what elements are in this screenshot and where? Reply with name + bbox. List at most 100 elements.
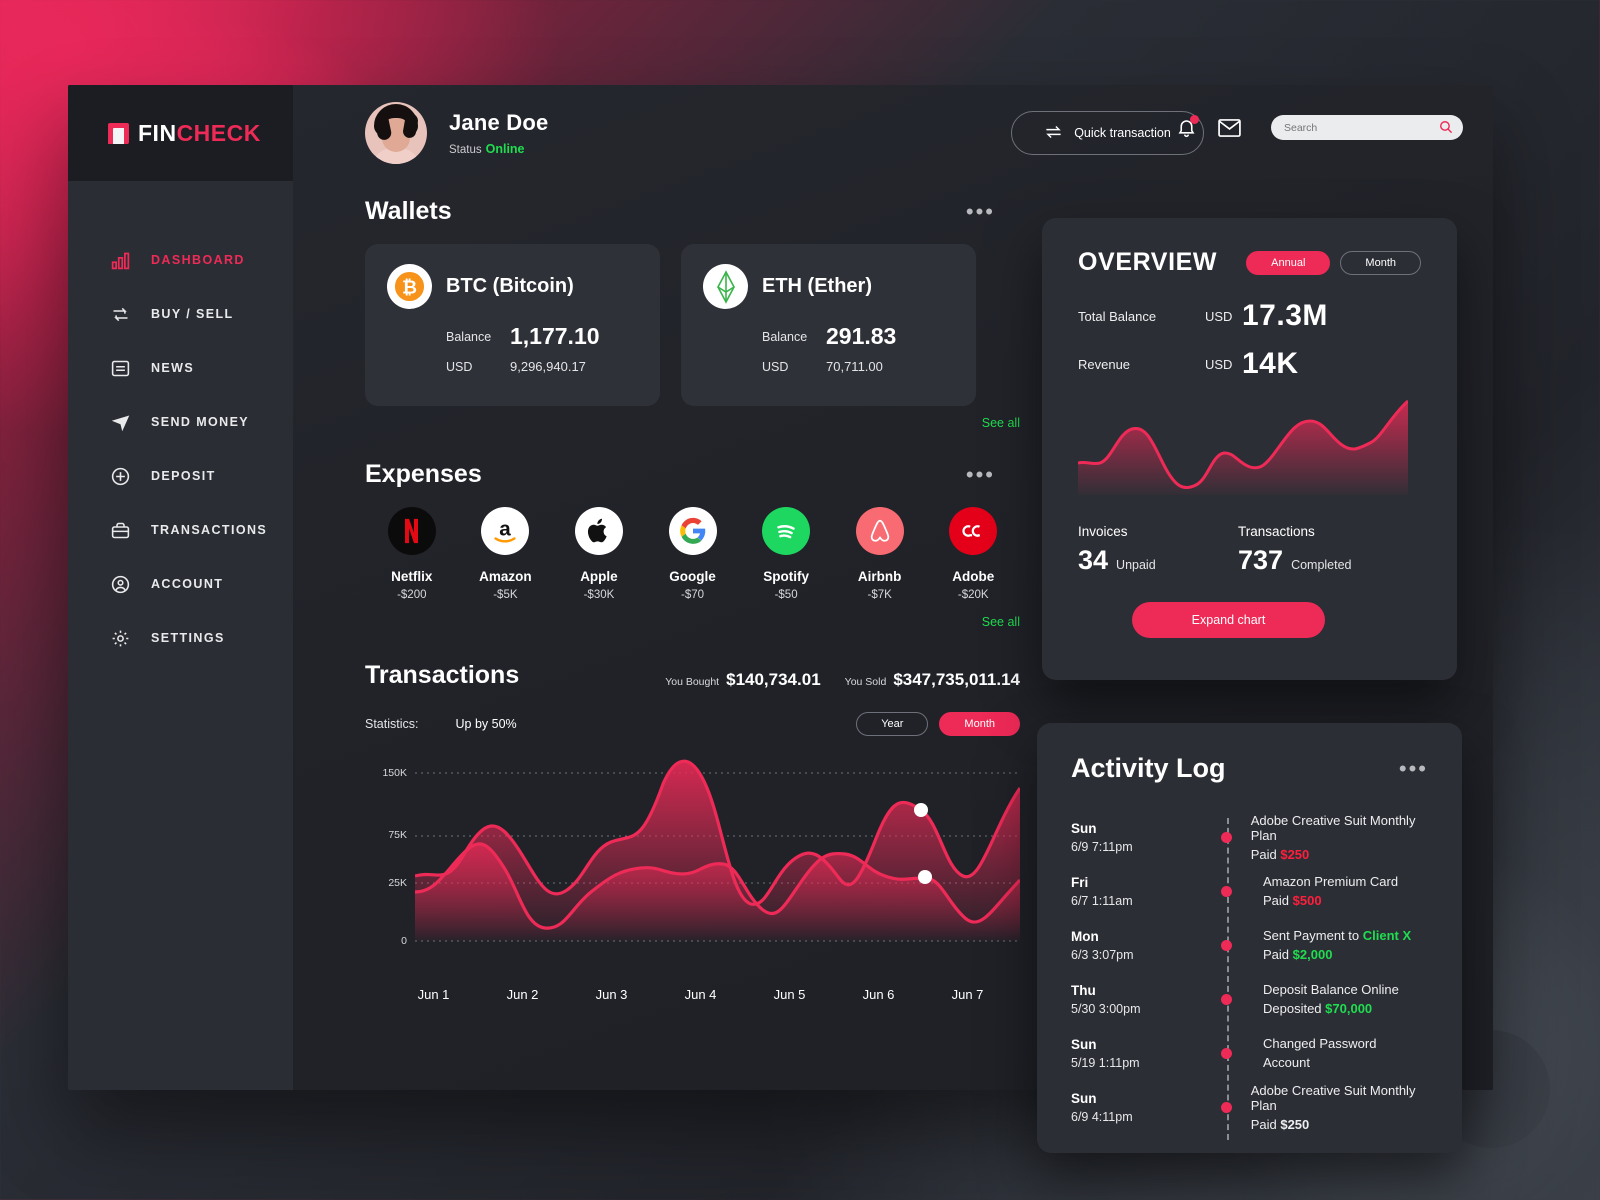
google-icon <box>668 507 717 555</box>
expense-item-spotify[interactable]: Spotify -$50 <box>739 507 833 601</box>
expense-amount: -$20K <box>957 589 989 601</box>
wallet-card-btc[interactable]: ₿ BTC (Bitcoin) Balance 1,177.10 USD 9,2… <box>365 244 660 406</box>
user-info: Jane Doe Status Online <box>449 110 548 156</box>
statistics-label: Statistics: <box>365 717 419 731</box>
avatar[interactable] <box>365 102 427 164</box>
range-month-button[interactable]: Month <box>939 712 1020 736</box>
wallets-title: Wallets <box>365 197 452 225</box>
expense-amount: -$7K <box>867 589 892 601</box>
you-bought-value: $140,734.01 <box>726 670 821 689</box>
bitcoin-icon: ₿ <box>387 264 432 309</box>
expense-item-google[interactable]: Google -$70 <box>646 507 740 601</box>
expenses-header: Expenses ••• <box>365 460 995 489</box>
wallet-name: BTC (Bitcoin) <box>446 275 574 297</box>
expense-item-netflix[interactable]: Netflix -$200 <box>365 507 459 601</box>
expense-item-airbnb[interactable]: Airbnb -$7K <box>833 507 927 601</box>
sidebar-item-settings[interactable]: SETTINGS <box>68 611 293 665</box>
search-input[interactable] <box>1271 115 1463 140</box>
expense-name: Airbnb <box>857 569 902 584</box>
revenue-currency: USD <box>1205 356 1233 372</box>
bar-chart-icon <box>108 248 132 272</box>
list-item[interactable]: Sun 6/9 4:11pm Adobe Creative Suit Monthl… <box>1071 1080 1428 1134</box>
logo-text-last: CHECK <box>176 119 261 146</box>
overview-month-button[interactable]: Month <box>1340 250 1421 275</box>
user-status: Status Online <box>449 142 548 156</box>
notifications-button[interactable] <box>1176 114 1199 139</box>
expense-item-adobe[interactable]: Adobe -$20K <box>926 507 1020 601</box>
wallets-see-all-link[interactable]: See all <box>365 416 1020 430</box>
overview-mini-chart <box>1077 399 1409 495</box>
activity-day: Fri <box>1071 874 1089 890</box>
overview-annual-button[interactable]: Annual <box>1246 250 1331 275</box>
chart-x-axis: Jun 1 Jun 2 Jun 3 Jun 4 Jun 5 Jun 6 Jun … <box>365 987 1020 1002</box>
activity-day: Thu <box>1071 982 1096 998</box>
activity-action: Paid <box>1250 846 1277 862</box>
transactions-stat-value: 737 <box>1238 545 1284 575</box>
notification-badge-dot <box>1190 114 1199 124</box>
statistics-value: Up by 50% <box>455 717 517 731</box>
user-name: Jane Doe <box>449 110 549 135</box>
expenses-see-all-link[interactable]: See all <box>365 615 1020 629</box>
expenses-more-icon[interactable]: ••• <box>966 463 995 485</box>
activity-amount: $500 <box>1292 893 1322 908</box>
transactions-title: Transactions <box>365 661 520 689</box>
wallets-more-icon[interactable]: ••• <box>966 200 995 222</box>
logo-mark-icon <box>108 122 129 144</box>
activity-time: 6/9 4:11pm <box>1071 1109 1133 1124</box>
total-balance-currency: USD <box>1205 308 1233 324</box>
sidebar-item-news[interactable]: NEWS <box>68 341 293 395</box>
activity-amount: $70,000 <box>1325 1001 1373 1016</box>
list-item[interactable]: Fri 6/7 1:11am Amazon Premium Card Paid $… <box>1071 864 1428 918</box>
news-icon <box>108 356 132 380</box>
range-year-button[interactable]: Year <box>856 712 929 736</box>
timeline-dot <box>1221 885 1232 897</box>
timeline-dot <box>1221 939 1232 951</box>
list-item[interactable]: Thu 5/30 3:00pm Deposit Balance Online De… <box>1071 972 1428 1026</box>
expenses-list: Netflix -$200 a Amazon -$5K Apple -$30K <box>365 507 1020 601</box>
expense-item-amazon[interactable]: a Amazon -$5K <box>459 507 553 601</box>
sidebar-item-deposit[interactable]: DEPOSIT <box>68 449 293 503</box>
revenue-label: Revenue <box>1078 356 1131 372</box>
x-tick: Jun 4 <box>684 987 717 1002</box>
messages-button[interactable] <box>1218 118 1241 137</box>
activity-action: Paid <box>1263 947 1290 962</box>
sidebar-item-transactions[interactable]: TRANSACTIONS <box>68 503 293 557</box>
sidebar-item-label: SEND MONEY <box>151 415 250 429</box>
wallet-card-eth[interactable]: ETH (Ether) Balance 291.83 USD 70,711.00 <box>681 244 976 406</box>
wallets-header: Wallets ••• <box>365 197 995 226</box>
list-item[interactable]: Sun 5/19 1:11pm Changed Password Account <box>1071 1026 1428 1080</box>
search-icon[interactable] <box>1439 120 1453 134</box>
overview-title: OVERVIEW <box>1078 248 1218 276</box>
sidebar-item-buy-sell[interactable]: BUY / SELL <box>68 287 293 341</box>
adobe-creative-cloud-icon <box>949 507 998 555</box>
sidebar-item-account[interactable]: ACCOUNT <box>68 557 293 611</box>
chart-marker-bought <box>914 803 928 817</box>
expense-item-apple[interactable]: Apple -$30K <box>552 507 646 601</box>
expense-name: Apple <box>580 569 618 584</box>
activity-log-more-icon[interactable]: ••• <box>1399 757 1428 779</box>
activity-amount: $250 <box>1280 846 1310 862</box>
sidebar-item-send-money[interactable]: SEND MONEY <box>68 395 293 449</box>
total-balance-label: Total Balance <box>1078 308 1157 324</box>
wallet-usd-value: 70,711.00 <box>826 359 883 374</box>
activity-action: Deposited <box>1263 1001 1322 1016</box>
search-box <box>1271 115 1463 140</box>
sidebar-item-dashboard[interactable]: DASHBOARD <box>68 233 293 287</box>
activity-time: 6/7 1:11am <box>1071 893 1133 908</box>
expense-amount: -$70 <box>681 589 705 601</box>
y-tick-0: 0 <box>401 935 407 947</box>
amazon-icon: a <box>481 507 530 555</box>
overview-stats: Invoices 34 Unpaid Transactions 737 Comp… <box>1078 524 1421 576</box>
x-tick: Jun 2 <box>506 987 539 1002</box>
expense-name: Google <box>669 569 716 584</box>
app-logo[interactable]: FINCHECK <box>68 85 293 181</box>
list-item[interactable]: Mon 6/3 3:07pm Sent Payment to Client X P… <box>1071 918 1428 972</box>
y-tick-75k: 75K <box>388 829 407 841</box>
activity-desc: Adobe Creative Suit Monthly Plan <box>1250 1082 1416 1113</box>
sidebar-item-label: DEPOSIT <box>151 469 216 483</box>
list-item[interactable]: Sun 6/9 7:11pm Adobe Creative Suit Monthl… <box>1071 810 1428 864</box>
activity-log-panel: Activity Log ••• Sun 6/9 7:11pm Adobe Cre… <box>1037 723 1462 1153</box>
activity-time: 5/30 3:00pm <box>1071 1001 1141 1016</box>
expense-name: Amazon <box>479 569 532 584</box>
expand-chart-button[interactable]: Expand chart <box>1132 602 1325 638</box>
